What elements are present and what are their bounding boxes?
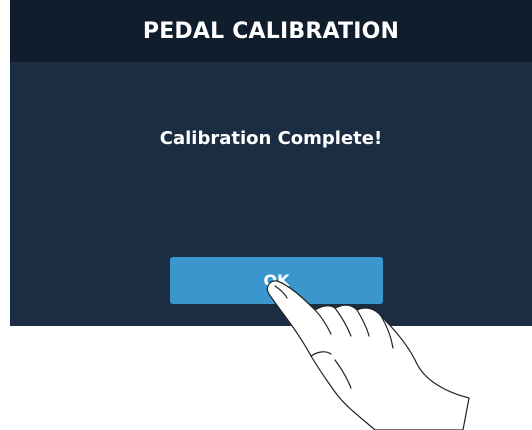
dialog-title: PEDAL CALIBRATION	[142, 18, 400, 44]
device-screen: PEDAL CALIBRATION Calibration Complete! …	[10, 0, 532, 326]
calibration-message: Calibration Complete!	[159, 128, 383, 149]
ok-button[interactable]: OK	[170, 257, 383, 304]
title-bar: PEDAL CALIBRATION	[10, 0, 532, 62]
page: PEDAL CALIBRATION Calibration Complete! …	[0, 0, 532, 430]
